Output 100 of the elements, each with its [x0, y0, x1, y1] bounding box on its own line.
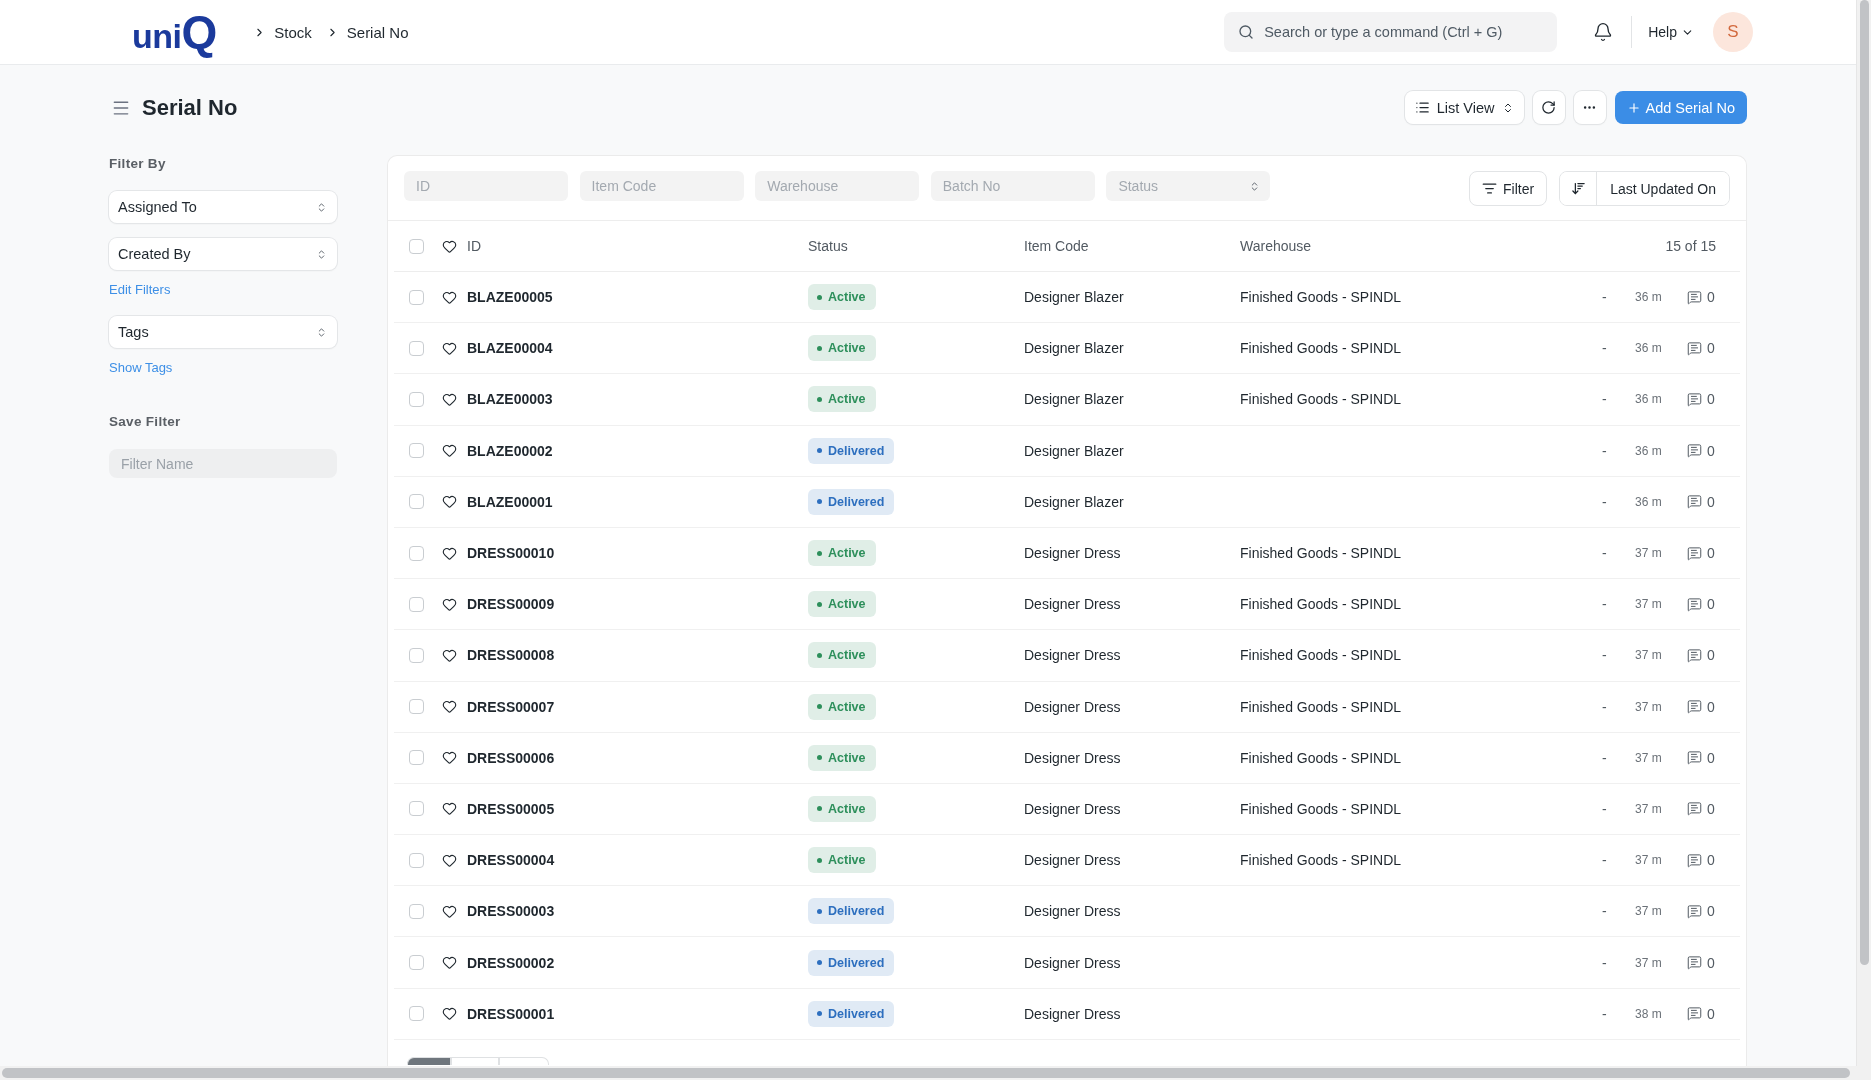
breadcrumb-link[interactable]: Serial No	[346, 23, 409, 41]
heart-icon[interactable]	[442, 955, 457, 971]
heart-icon[interactable]	[442, 1006, 457, 1022]
record-id-link[interactable]: DRESS00004	[467, 852, 555, 869]
sort-icon	[1570, 181, 1586, 196]
status-label: Active	[828, 290, 866, 305]
filter-input[interactable]: Warehouse	[755, 171, 920, 201]
vertical-scrollbar[interactable]	[1856, 0, 1871, 1066]
column-header: Status	[808, 238, 848, 254]
heart-icon[interactable]	[442, 647, 457, 663]
warehouse-text: Finished Goods - SPINDL	[1240, 289, 1402, 306]
row-checkbox[interactable]	[409, 699, 424, 715]
row-checkbox[interactable]	[409, 340, 424, 356]
notifications-button[interactable]	[1593, 22, 1614, 42]
status-label: Active	[828, 597, 866, 612]
record-id-link[interactable]: DRESS00005	[467, 800, 555, 817]
row-checkbox[interactable]	[409, 750, 424, 766]
filter-input[interactable]: Item Code	[579, 171, 744, 201]
modified-time-text: 38 m	[1635, 1006, 1663, 1021]
row-checkbox[interactable]	[409, 443, 424, 459]
heart-icon[interactable]	[442, 545, 457, 561]
filter-input[interactable]: Batch No	[930, 171, 1095, 201]
record-id-link[interactable]: DRESS00009	[467, 596, 555, 613]
sidebar-filter-select[interactable]: Assigned To	[109, 191, 337, 223]
warehouse-text: Finished Goods - SPINDL	[1240, 647, 1402, 664]
status-label: Delivered	[828, 494, 885, 509]
dash-text: -	[1602, 340, 1608, 357]
heart-icon[interactable]	[442, 238, 457, 254]
status-label: Active	[828, 392, 866, 407]
modified-time-text: 36 m	[1635, 392, 1663, 407]
row-checkbox[interactable]	[409, 596, 424, 612]
sidebar-filter-select[interactable]: Created By	[109, 238, 337, 270]
view-switcher-button[interactable]: List View	[1404, 91, 1524, 124]
record-id-link[interactable]: BLAZE00003	[467, 391, 553, 408]
sidebar-filter-select[interactable]: Tags	[109, 316, 337, 348]
row-checkbox[interactable]	[409, 647, 424, 663]
select-all-checkbox[interactable]	[409, 238, 424, 254]
heart-icon[interactable]	[442, 494, 457, 510]
record-id-link[interactable]: BLAZE00001	[467, 493, 553, 510]
record-id-link[interactable]: DRESS00010	[467, 545, 555, 562]
row-checkbox[interactable]	[409, 852, 424, 868]
row-checkbox[interactable]	[409, 545, 424, 561]
item-code-text: Designer Blazer	[1024, 289, 1124, 306]
record-id-link[interactable]: BLAZE00002	[467, 442, 553, 459]
record-id-link[interactable]: DRESS00001	[467, 1005, 555, 1022]
filter-name-input[interactable]: Filter Name	[109, 449, 337, 478]
modified-time-text: 37 m	[1635, 648, 1663, 663]
search-icon	[1238, 24, 1255, 40]
help-menu-button[interactable]: Help	[1648, 24, 1694, 40]
item-code-text: Designer Blazer	[1024, 442, 1124, 459]
modified-time-text: 37 m	[1635, 853, 1663, 868]
row-checkbox[interactable]	[409, 801, 424, 817]
heart-icon[interactable]	[442, 903, 457, 919]
heart-icon[interactable]	[442, 443, 457, 459]
page-title: Serial No	[142, 94, 238, 121]
horizontal-scrollbar[interactable]	[2, 1068, 1850, 1078]
record-id-link[interactable]: DRESS00007	[467, 698, 555, 715]
heart-icon[interactable]	[442, 750, 457, 766]
item-code-text: Designer Dress	[1024, 800, 1121, 817]
page-length-option[interactable]	[407, 1056, 451, 1065]
search-field[interactable]: Search or type a command (Ctrl + G)	[1224, 12, 1558, 52]
modified-time-text: 37 m	[1635, 699, 1663, 714]
row-checkbox[interactable]	[409, 903, 424, 919]
comment-count: 0	[1707, 289, 1715, 306]
row-checkbox[interactable]	[409, 391, 424, 407]
heart-icon[interactable]	[442, 699, 457, 715]
heart-icon[interactable]	[442, 289, 457, 305]
row-checkbox[interactable]	[409, 1006, 424, 1022]
sort-direction-button[interactable]	[1560, 172, 1598, 205]
record-id-link[interactable]: DRESS00003	[467, 903, 555, 920]
heart-icon[interactable]	[442, 801, 457, 817]
row-checkbox[interactable]	[409, 955, 424, 971]
filter-button[interactable]: Filter	[1469, 171, 1548, 206]
heart-icon[interactable]	[442, 852, 457, 868]
comment-icon	[1687, 903, 1702, 919]
comment-count: 0	[1707, 391, 1715, 408]
record-id-link[interactable]: DRESS00006	[467, 749, 555, 766]
row-checkbox[interactable]	[409, 494, 424, 510]
row-checkbox[interactable]	[409, 289, 424, 305]
record-id-link[interactable]: BLAZE00005	[467, 289, 553, 306]
filter-by-heading: Filter By	[109, 155, 167, 173]
dash-text: -	[1602, 800, 1608, 817]
item-code-text: Designer Dress	[1024, 954, 1121, 971]
record-id-link[interactable]: DRESS00002	[467, 954, 555, 971]
dash-text: -	[1602, 442, 1608, 459]
heart-icon[interactable]	[442, 391, 457, 407]
filter-input[interactable]: ID	[404, 171, 568, 201]
dash-text: -	[1602, 647, 1608, 664]
heart-icon[interactable]	[442, 596, 457, 612]
record-id-link[interactable]: DRESS00008	[467, 647, 555, 664]
record-id-link[interactable]: BLAZE00004	[467, 340, 553, 357]
column-header: ID	[467, 238, 481, 254]
comment-count: 0	[1707, 800, 1715, 817]
status-label: Delivered	[828, 1006, 885, 1021]
item-code-text: Designer Dress	[1024, 698, 1121, 715]
status-label: Delivered	[828, 904, 885, 919]
refresh-button[interactable]	[1532, 91, 1565, 124]
modified-time-text: 37 m	[1635, 955, 1663, 970]
heart-icon[interactable]	[442, 340, 457, 356]
breadcrumb-link[interactable]: Stock	[274, 23, 312, 41]
